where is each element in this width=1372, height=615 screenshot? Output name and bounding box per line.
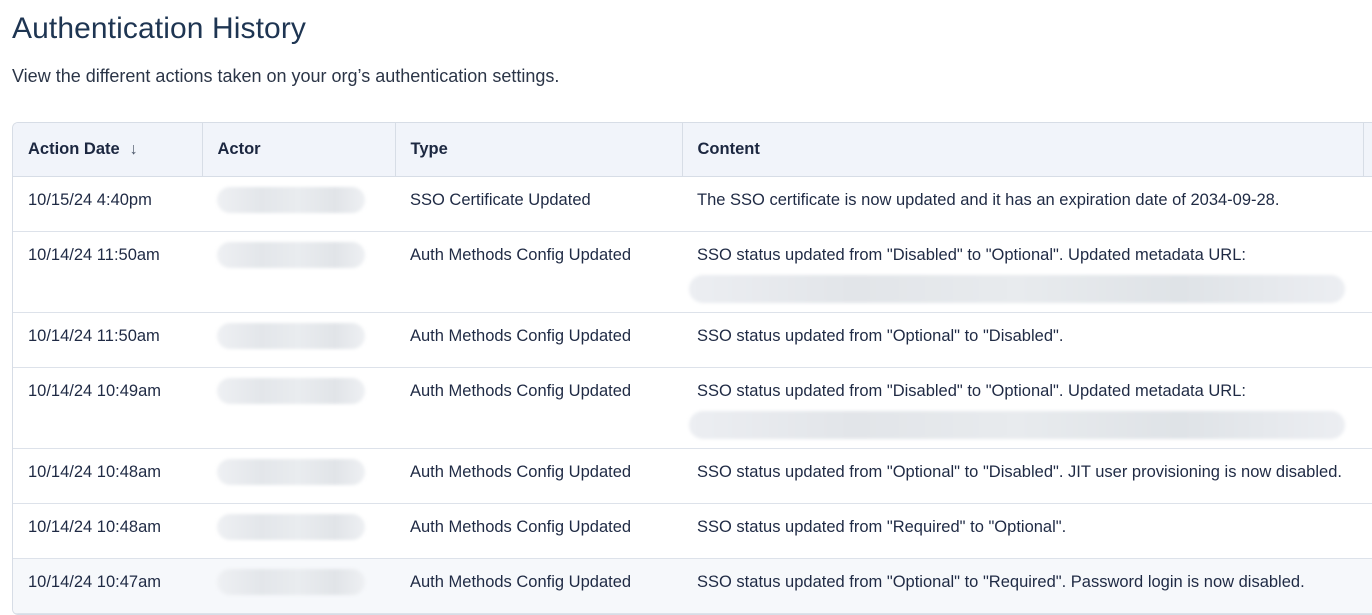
- cell-actor: [202, 312, 395, 368]
- cell-overflow: [1363, 448, 1372, 504]
- cell-actor: [202, 367, 395, 449]
- cell-content: SSO status updated from "Disabled" to "O…: [682, 231, 1363, 313]
- cell-content: SSO status updated from "Required" to "O…: [682, 503, 1363, 559]
- content-text: SSO status updated from "Optional" to "D…: [697, 327, 1064, 345]
- column-header-content[interactable]: Content: [681, 123, 1363, 177]
- cell-type: Auth Methods Config Updated: [395, 231, 682, 313]
- table-row: 10/14/24 11:50am Auth Methods Config Upda…: [13, 312, 1372, 368]
- content-text: SSO status updated from "Optional" to "D…: [697, 463, 1342, 481]
- column-header-type[interactable]: Type: [394, 123, 682, 177]
- cell-actor: [202, 448, 395, 504]
- redacted-metadata-url: [689, 275, 1345, 303]
- cell-content: SSO status updated from "Optional" to "D…: [682, 312, 1363, 368]
- cell-actor: [202, 231, 395, 313]
- cell-actor: [202, 558, 395, 614]
- cell-action-date: 10/14/24 10:49am: [13, 367, 202, 449]
- table-row: 10/14/24 11:50am Auth Methods Config Upda…: [13, 231, 1372, 313]
- cell-type: Auth Methods Config Updated: [395, 558, 682, 614]
- column-header-label: Type: [410, 140, 448, 158]
- cell-type: Auth Methods Config Updated: [395, 367, 682, 449]
- column-header-action-date[interactable]: Action Date ↓: [13, 123, 202, 177]
- cell-type: Auth Methods Config Updated: [395, 503, 682, 559]
- column-header-label: Actor: [217, 140, 261, 158]
- cell-overflow: [1363, 558, 1372, 614]
- content-text: The SSO certificate is now updated and i…: [697, 191, 1280, 209]
- content-text: SSO status updated from "Required" to "O…: [697, 518, 1067, 536]
- cell-actor: [202, 176, 395, 232]
- cell-action-date: 10/14/24 11:50am: [13, 312, 202, 368]
- redacted-actor-name: [217, 514, 365, 540]
- redacted-actor-name: [217, 459, 365, 485]
- column-header-overflow: [1362, 123, 1372, 177]
- cell-content: SSO status updated from "Disabled" to "O…: [682, 367, 1363, 449]
- cell-content: The SSO certificate is now updated and i…: [682, 176, 1363, 232]
- redacted-actor-name: [217, 378, 365, 404]
- cell-content: SSO status updated from "Optional" to "R…: [682, 558, 1363, 614]
- table-header-row: Action Date ↓ Actor Type Content: [13, 123, 1372, 177]
- column-header-label: Content: [697, 140, 760, 158]
- redacted-actor-name: [217, 187, 365, 213]
- redacted-actor-name: [217, 242, 365, 268]
- table-row: 10/14/24 10:49am Auth Methods Config Upda…: [13, 367, 1372, 449]
- content-text: SSO status updated from "Disabled" to "O…: [697, 246, 1246, 264]
- table-row: 10/14/24 10:48am Auth Methods Config Upda…: [13, 448, 1372, 504]
- cell-action-date: 10/14/24 10:48am: [13, 503, 202, 559]
- cell-action-date: 10/14/24 10:47am: [13, 558, 202, 614]
- redacted-actor-name: [217, 323, 365, 349]
- page-title: Authentication History: [12, 12, 307, 45]
- column-header-actor[interactable]: Actor: [201, 123, 395, 177]
- cell-action-date: 10/14/24 10:48am: [13, 448, 202, 504]
- table-row: 10/14/24 10:48am Auth Methods Config Upda…: [13, 503, 1372, 559]
- cell-type: SSO Certificate Updated: [395, 176, 682, 232]
- redacted-metadata-url: [689, 411, 1345, 439]
- cell-content: SSO status updated from "Optional" to "D…: [682, 448, 1363, 504]
- auth-history-table: Action Date ↓ Actor Type Content 10/15/24…: [12, 122, 1372, 615]
- cell-overflow: [1363, 176, 1372, 232]
- cell-overflow: [1363, 503, 1372, 559]
- content-text: SSO status updated from "Optional" to "R…: [697, 573, 1305, 591]
- page-subtitle: View the different actions taken on your…: [12, 66, 560, 86]
- content-text: SSO status updated from "Disabled" to "O…: [697, 382, 1246, 400]
- table-row: 10/14/24 10:47am Auth Methods Config Upda…: [13, 558, 1372, 614]
- cell-overflow: [1363, 312, 1372, 368]
- cell-type: Auth Methods Config Updated: [395, 448, 682, 504]
- redacted-actor-name: [217, 569, 365, 595]
- cell-actor: [202, 503, 395, 559]
- table-row: 10/15/24 4:40pm SSO Certificate Updated Th…: [13, 176, 1372, 232]
- column-header-label: Action Date: [28, 140, 120, 158]
- arrow-down-icon[interactable]: ↓: [130, 141, 138, 159]
- cell-action-date: 10/14/24 11:50am: [13, 231, 202, 313]
- cell-overflow: [1363, 231, 1372, 313]
- cell-action-date: 10/15/24 4:40pm: [13, 176, 202, 232]
- cell-type: Auth Methods Config Updated: [395, 312, 682, 368]
- cell-overflow: [1363, 367, 1372, 449]
